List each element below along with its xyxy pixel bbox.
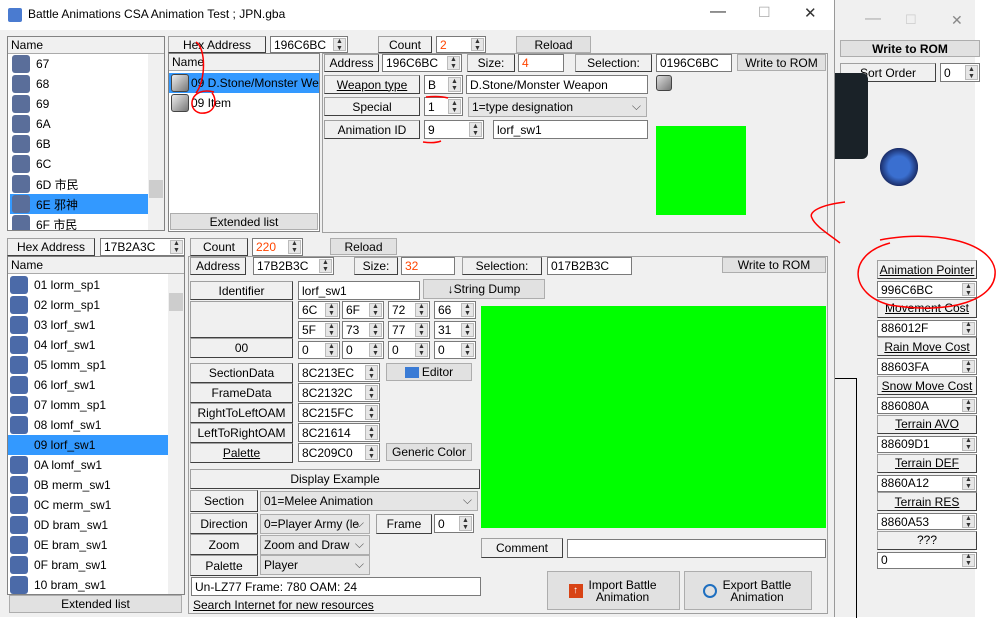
annotation-marks bbox=[191, 41, 996, 309]
